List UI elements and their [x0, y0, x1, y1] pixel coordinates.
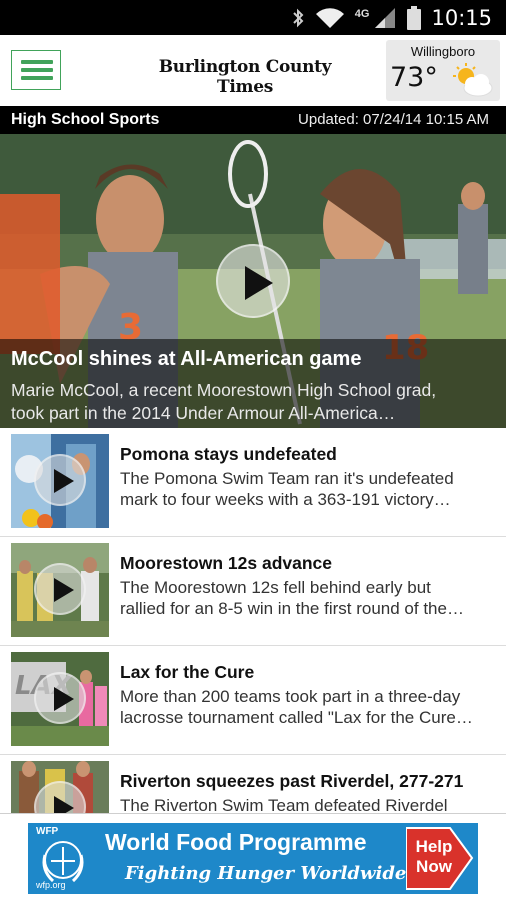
newspaper-logo[interactable]: Burlington County Times: [130, 57, 360, 97]
story-summary: The Riverton Swim Team defeated Riverdel: [120, 795, 496, 813]
network-type-label: 4G: [354, 8, 370, 20]
ad-title: World Food Programme: [105, 829, 367, 855]
ad-subtitle: Fighting Hunger Worldwide: [125, 863, 407, 884]
story-summary: The Pomona Swim Team ran it's undefeated…: [120, 468, 496, 510]
story-summary-line: The Pomona Swim Team ran it's undefeated: [120, 469, 454, 488]
wifi-icon: [315, 8, 344, 29]
hero-title: McCool shines at All-American game: [11, 348, 362, 370]
hero-description-line: took part in the 2014 Under Armour All-A…: [11, 403, 396, 423]
hamburger-bar: [21, 68, 53, 72]
hamburger-bar: [21, 76, 53, 80]
ad-url: wfp.org: [36, 880, 66, 890]
section-title: High School Sports: [11, 111, 160, 128]
story-summary-line: mark to four weeks with a 363-191 victor…: [120, 490, 451, 509]
weather-temperature: 73°: [390, 62, 438, 93]
video-play-button[interactable]: [216, 244, 290, 318]
weather-widget[interactable]: Willingboro 73°: [386, 40, 500, 101]
hero-description-line: Marie McCool, a recent Moorestown High S…: [11, 380, 437, 400]
story-summary-line: The Moorestown 12s fell behind early but: [120, 578, 431, 597]
signal-icon: [375, 8, 396, 28]
hero-story[interactable]: 3 18 McCool shines at All-American game …: [0, 134, 506, 428]
story-item[interactable]: Pomona stays undefeated The Pomona Swim …: [0, 428, 506, 537]
section-header: High School Sports Updated: 07/24/14 10:…: [0, 106, 506, 134]
story-summary: More than 200 teams took part in a three…: [120, 686, 496, 728]
story-item[interactable]: LAX Lax for the Cure More than 200 teams…: [0, 646, 506, 755]
story-summary-line: lacrosse tournament called "Lax for the …: [120, 708, 473, 727]
story-title: Pomona stays undefeated: [120, 444, 337, 464]
video-play-button[interactable]: [34, 454, 86, 506]
status-icons: 4G 10:15: [291, 5, 492, 31]
status-bar: 4G 10:15: [0, 0, 506, 35]
story-title: Lax for the Cure: [120, 662, 255, 682]
weather-city: Willingboro: [410, 44, 476, 59]
hero-description: Marie McCool, a recent Moorestown High S…: [11, 379, 499, 425]
ad-banner-area: WFP wfp.org World Food Programme Fightin…: [0, 813, 506, 900]
story-summary-line: More than 200 teams took part in a three…: [120, 687, 461, 706]
bluetooth-icon: [293, 8, 304, 28]
story-summary-line: The Riverton Swim Team defeated Riverdel: [120, 796, 448, 813]
app-header: Burlington County Times Willingboro 73°: [0, 35, 506, 106]
story-item[interactable]: Moorestown 12s advance The Moorestown 12…: [0, 537, 506, 646]
clock: 10:15: [431, 6, 492, 30]
story-summary-line: rallied for an 8-5 win in the first roun…: [120, 599, 464, 618]
story-item[interactable]: Riverton squeezes past Riverdel, 277-271…: [0, 755, 506, 813]
battery-icon: [407, 6, 422, 30]
video-play-button[interactable]: [34, 563, 86, 615]
story-title: Riverton squeezes past Riverdel, 277-271: [120, 771, 464, 791]
updated-timestamp: Updated: 07/24/14 10:15 AM: [298, 111, 489, 128]
video-play-button[interactable]: [34, 672, 86, 724]
menu-button[interactable]: [11, 50, 61, 90]
ad-brand-short: WFP: [36, 826, 59, 837]
help-now-button[interactable]: Help Now: [412, 837, 456, 877]
story-title: Moorestown 12s advance: [120, 553, 333, 573]
hamburger-bar: [21, 60, 53, 64]
ad-banner[interactable]: WFP wfp.org World Food Programme Fightin…: [28, 823, 478, 894]
story-summary: The Moorestown 12s fell behind early but…: [120, 577, 496, 619]
partly-cloudy-icon: [453, 63, 493, 97]
